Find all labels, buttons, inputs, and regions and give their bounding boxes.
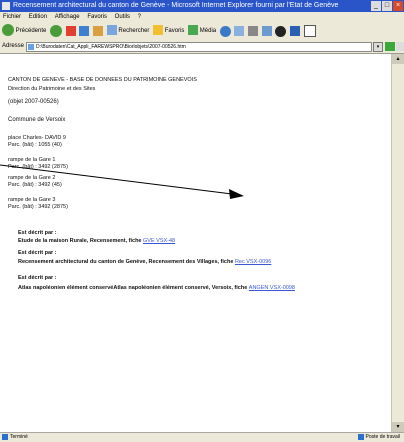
- vertical-scrollbar[interactable]: ▴ ▾: [391, 54, 404, 432]
- status-page-icon: [2, 434, 8, 440]
- computer-icon: [357, 434, 364, 440]
- status-text: Terminé: [10, 434, 28, 440]
- scroll-down-icon[interactable]: ▾: [392, 422, 404, 432]
- scroll-up-icon[interactable]: ▴: [392, 54, 404, 64]
- annotation-arrow: [0, 164, 244, 199]
